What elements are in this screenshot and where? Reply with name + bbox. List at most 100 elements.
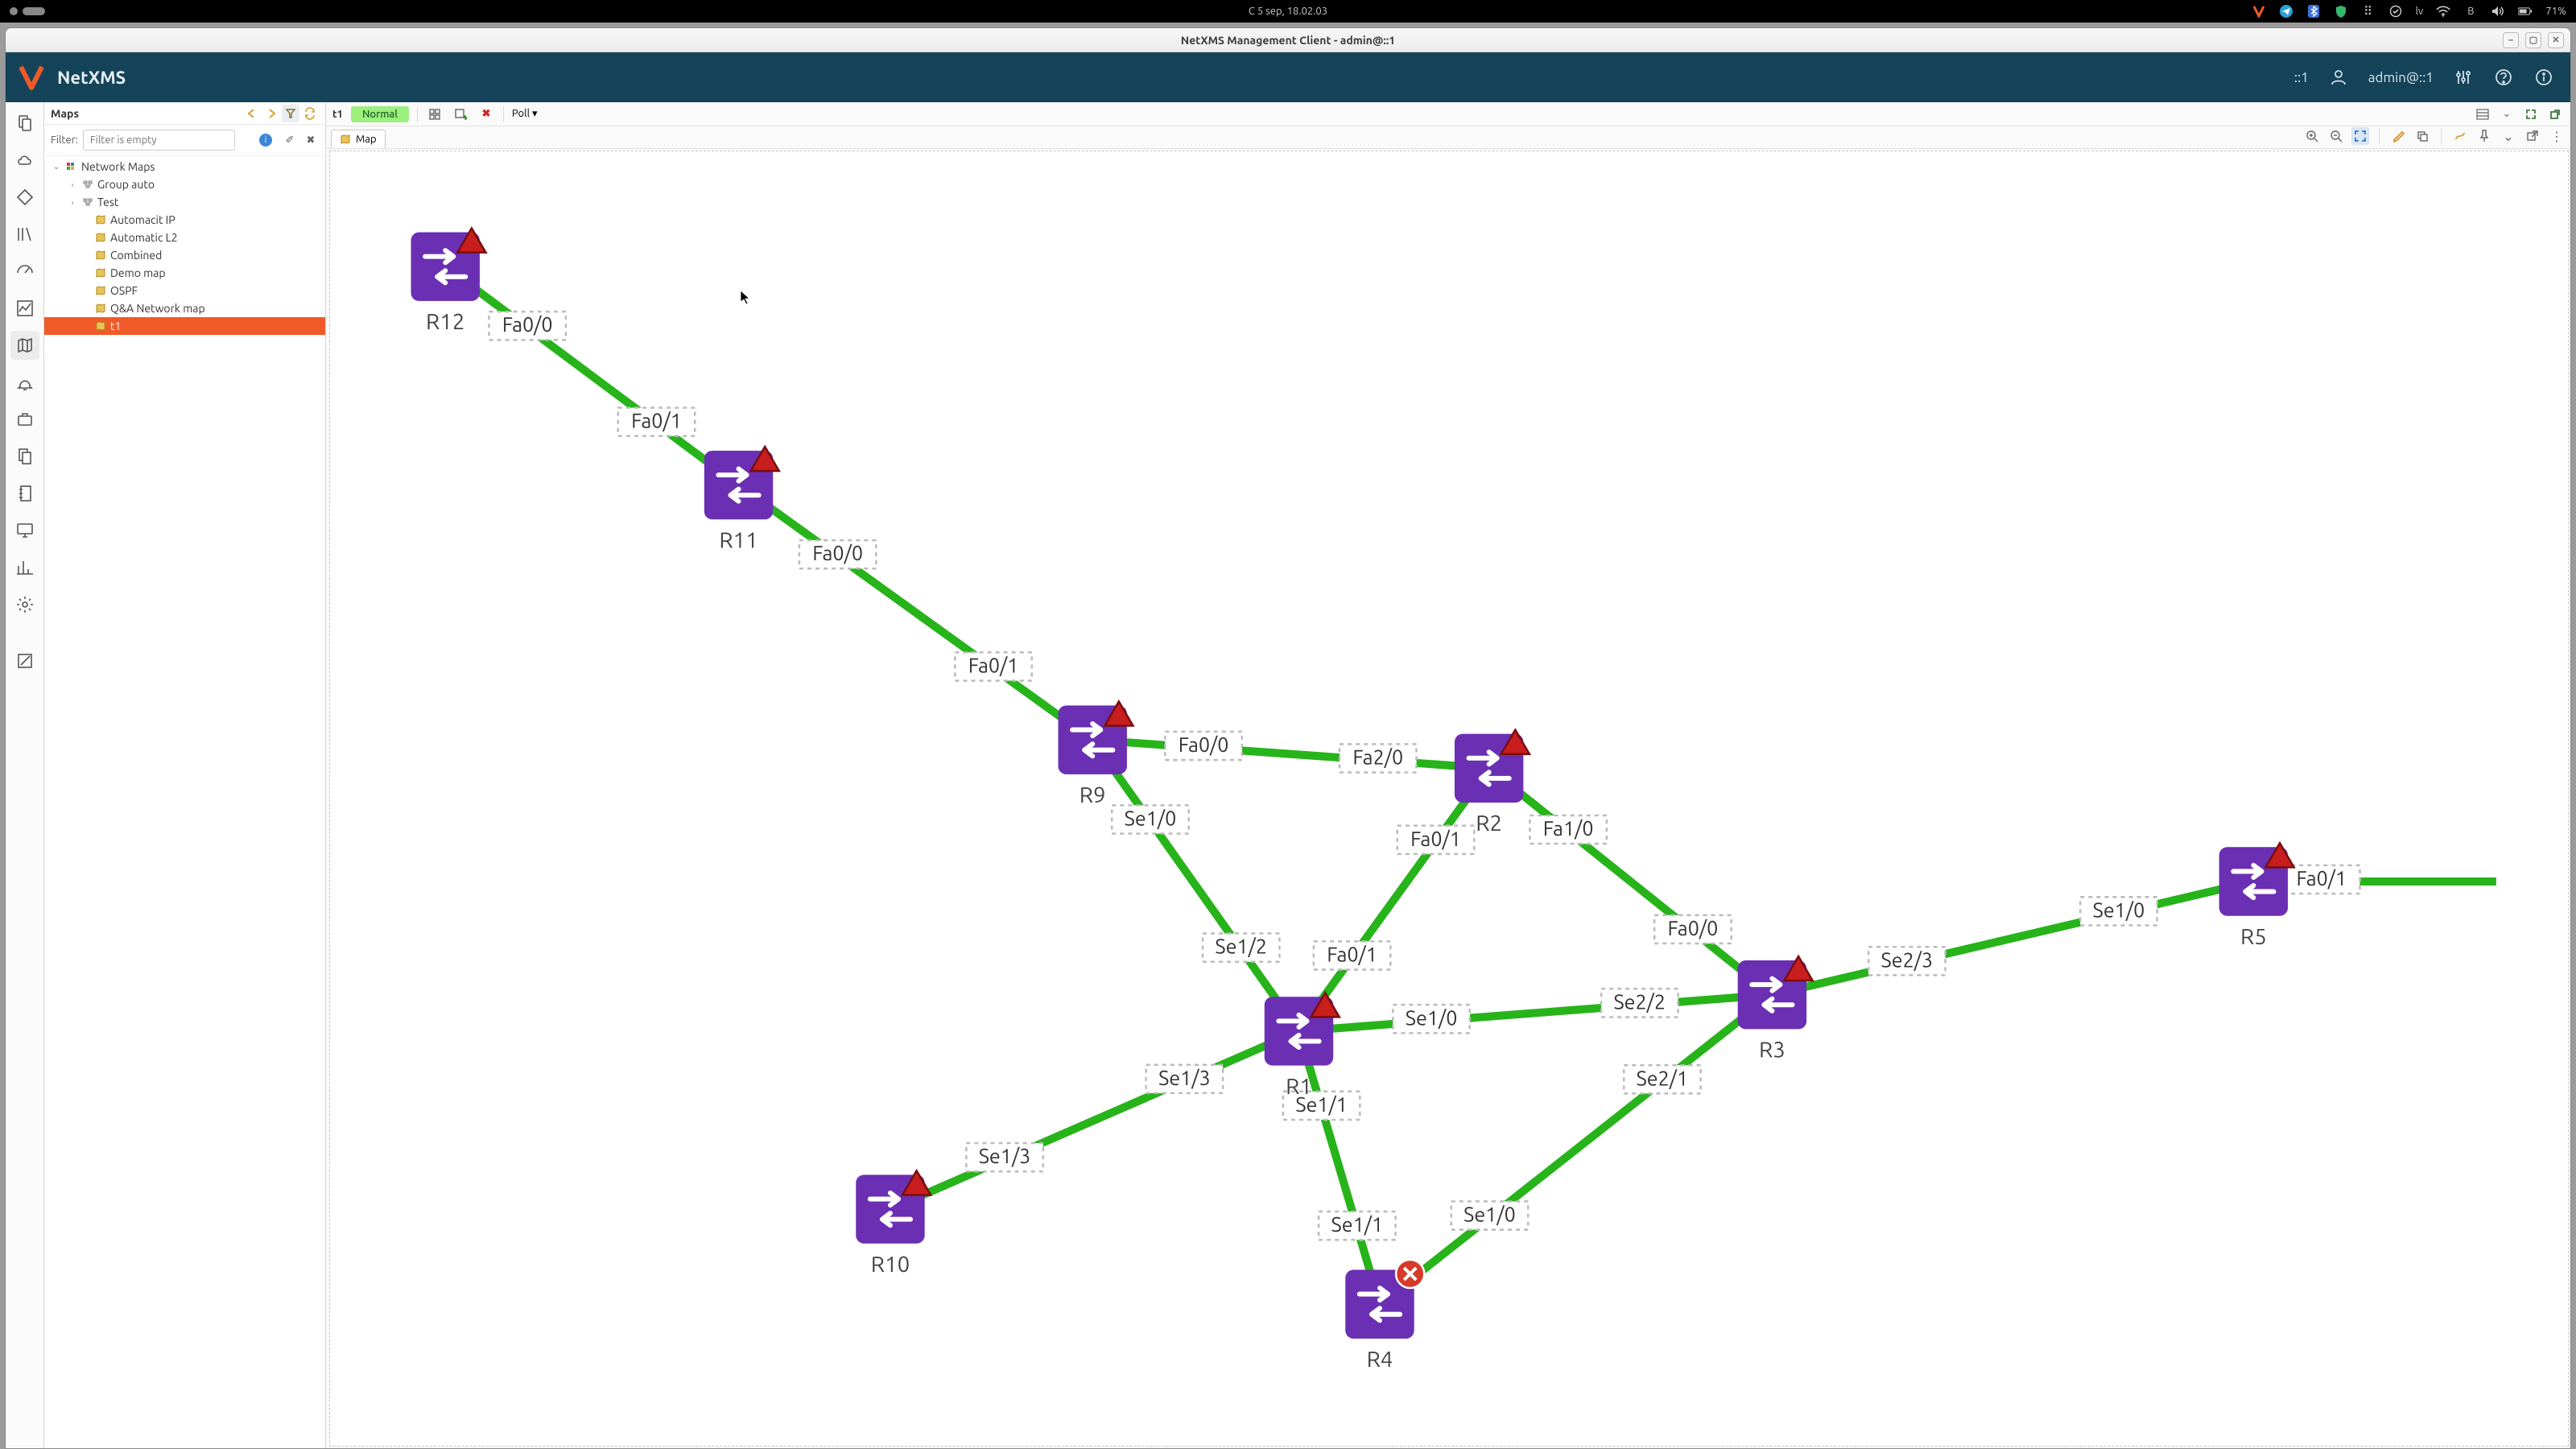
topology-node[interactable]: R5 [2219,843,2294,949]
window-titlebar[interactable]: NetXMS Management Client - admin@::1 – ▢… [6,28,2570,52]
topology-node[interactable]: R1 [1265,993,1340,1099]
topology-node[interactable]: R4 [1345,1260,1424,1372]
pin-icon[interactable] [2475,127,2493,145]
perspective-reports-icon[interactable] [10,442,39,471]
edit-pencil-icon[interactable] [2389,127,2407,145]
zoom-out-icon[interactable] [2327,127,2345,145]
topology-node[interactable]: R9 [1059,701,1133,807]
view-menu-caret-icon[interactable]: ⌄ [2498,105,2516,123]
zoom-in-icon[interactable] [2303,127,2321,145]
perspective-maps-icon[interactable] [10,331,39,360]
svg-text:R10: R10 [871,1252,910,1277]
poll-menu-button[interactable]: Poll ▾ [512,108,538,120]
tree-item[interactable]: OSPF [44,282,325,299]
tab-map[interactable]: Map [331,130,386,148]
battery-tray-icon[interactable] [2518,4,2533,19]
filter-info-icon[interactable]: i [259,134,272,147]
expand-view-icon[interactable] [2522,105,2540,123]
keyboard-layout-indicator[interactable]: lv [2416,6,2424,17]
perspective-monitor-icon[interactable] [10,516,39,545]
tree-root[interactable]: ⌄Network Maps [44,158,325,175]
perspective-graphs-icon[interactable] [10,294,39,323]
topology-node[interactable]: R10 [856,1170,931,1277]
settings-sliders-icon[interactable] [2453,67,2474,88]
open-external-icon[interactable] [2524,127,2541,145]
svg-text:Fa0/1: Fa0/1 [2296,867,2347,890]
svg-text:Fa0/1: Fa0/1 [631,410,682,432]
bluetooth-status-icon[interactable]: B [2463,4,2478,19]
object-toolbar: t1 Normal ✖ Poll ▾ ⌄ [326,102,2570,126]
perspective-config-icon[interactable] [10,590,39,619]
wifi-tray-icon[interactable] [2436,4,2450,19]
tree-item[interactable]: Combined [44,246,325,264]
zoom-fit-icon[interactable] [2351,127,2369,145]
window-title: NetXMS Management Client - admin@::1 [1181,34,1395,47]
window-close-button[interactable]: ✕ [2548,32,2564,48]
svg-text:Fa0/0: Fa0/0 [502,313,553,336]
svg-text:Se1/0: Se1/0 [1125,807,1177,829]
toolbar-caret-icon[interactable]: ⌄ [2500,127,2517,145]
dropbox-tray-icon[interactable]: ⠿ [2361,4,2376,19]
filter-input[interactable] [83,130,235,151]
svg-text:R11: R11 [719,527,758,552]
svg-text:Se2/3: Se2/3 [1881,948,1934,971]
view-table-icon[interactable] [2474,105,2491,123]
window-maximize-button[interactable]: ▢ [2525,32,2541,48]
window-minimize-button[interactable]: – [2503,32,2519,48]
tree-item[interactable]: t1 [44,317,325,335]
topology-node[interactable]: R3 [1738,956,1813,1063]
perspective-bar [6,102,44,1448]
tree-item[interactable]: Automacit IP [44,211,325,229]
svg-text:Se2/1: Se2/1 [1637,1067,1689,1089]
maps-tree[interactable]: ⌄Network Maps›Group auto›TestAutomacit I… [44,156,325,1448]
sync-tray-icon[interactable] [2388,4,2403,19]
svg-text:Fa0/0: Fa0/0 [812,542,863,564]
layout-grid-icon[interactable] [426,105,444,123]
delete-icon[interactable]: ✖ [477,105,495,123]
perspective-dashboard-icon[interactable] [10,257,39,286]
perspective-business-icon[interactable] [10,405,39,434]
sync-tree-icon[interactable] [301,105,319,122]
svg-text:Fa0/1: Fa0/1 [1327,943,1377,966]
filter-clear-icon[interactable]: ✖ [303,134,319,147]
detach-view-icon[interactable] [2546,105,2564,123]
app-indicator-netxms-icon[interactable] [2252,4,2266,19]
nav-forward-icon[interactable] [262,105,280,122]
filter-toggle-icon[interactable] [282,105,299,122]
link-style-icon[interactable] [2451,127,2469,145]
svg-text:R12: R12 [426,309,464,334]
svg-text:Se1/3: Se1/3 [1158,1067,1211,1089]
map-canvas[interactable]: Fa0/0Fa0/1Fa0/0Fa0/1Fa0/0Fa2/0Se1/0Se1/2… [329,151,2569,1447]
info-icon[interactable] [2533,67,2554,88]
volume-tray-icon[interactable] [2491,4,2505,19]
bluetooth-tray-icon[interactable] [2306,4,2321,19]
topology-node[interactable]: R12 [411,228,486,334]
nav-back-icon[interactable] [243,105,261,122]
svg-text:Se1/2: Se1/2 [1215,935,1267,958]
layout-add-icon[interactable] [452,105,469,123]
telegram-icon[interactable] [2279,4,2293,19]
perspective-logs-icon[interactable] [10,479,39,508]
tree-item[interactable]: ›Group auto [44,175,325,193]
perspective-analytics-icon[interactable] [10,553,39,582]
perspective-objects-icon[interactable] [10,109,39,138]
copy-icon[interactable] [2413,127,2431,145]
perspective-library-icon[interactable] [10,220,39,249]
toolbar-more-icon[interactable]: ⋮ [2548,127,2566,145]
battery-percent: 71% [2545,6,2566,17]
perspective-alarms-icon[interactable] [10,368,39,397]
svg-text:Fa0/0: Fa0/0 [1668,917,1719,939]
app-window: NetXMS Management Client - admin@::1 – ▢… [5,27,2571,1449]
filter-clear-highlight-icon[interactable]: ✐ [282,134,298,147]
topology-node[interactable]: R2 [1455,730,1530,836]
tree-item[interactable]: Automatic L2 [44,229,325,246]
tree-item[interactable]: ›Test [44,193,325,211]
tree-item[interactable]: Demo map [44,264,325,282]
help-icon[interactable] [2493,67,2514,88]
shield-tray-icon[interactable] [2334,4,2348,19]
topology-node[interactable]: R11 [704,447,779,553]
perspective-cloud-icon[interactable] [10,146,39,175]
tree-item[interactable]: Q&A Network map [44,299,325,317]
perspective-edit-icon[interactable] [10,646,39,675]
perspective-tags-icon[interactable] [10,183,39,212]
